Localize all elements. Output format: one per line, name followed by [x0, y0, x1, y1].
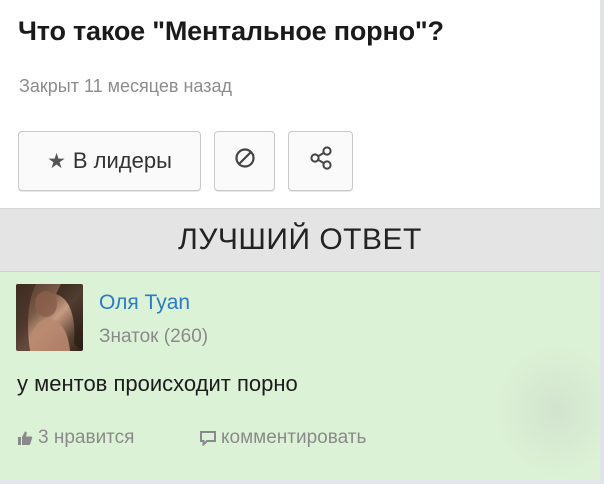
question-status: Закрыт 11 месяцев назад — [19, 76, 232, 96]
answer-text: у ментов происходит порно — [17, 371, 298, 396]
share-button[interactable] — [288, 131, 353, 191]
star-icon: ★ — [47, 149, 66, 173]
author-name-link[interactable]: Оля Tyan — [99, 291, 190, 315]
comment-icon — [200, 430, 216, 446]
best-answer: Оля Tyan Знаток (260) у ментов происходи… — [0, 272, 600, 480]
add-to-leaders-label: В лидеры — [72, 148, 172, 173]
author-rank: Знаток (260) — [99, 326, 209, 347]
add-to-leaders-button[interactable]: ★ В лидеры — [18, 131, 201, 191]
block-icon — [234, 147, 256, 175]
watermark — [492, 340, 600, 480]
avatar[interactable] — [16, 284, 83, 351]
comment-label: комментировать — [221, 427, 367, 448]
comment-button[interactable]: комментировать — [200, 427, 366, 449]
thumbs-up-icon — [17, 430, 33, 446]
best-answer-header: ЛУЧШИЙ ОТВЕТ — [0, 208, 600, 272]
question-title: Что такое "Ментальное порно"? — [18, 16, 444, 46]
like-button[interactable]: 3 нравится — [17, 427, 134, 449]
share-icon — [308, 145, 334, 177]
block-button[interactable] — [214, 131, 275, 191]
likes-label: 3 нравится — [38, 427, 135, 448]
page-frame: Что такое "Ментальное порно"? Закрыт 11 … — [0, 0, 604, 484]
